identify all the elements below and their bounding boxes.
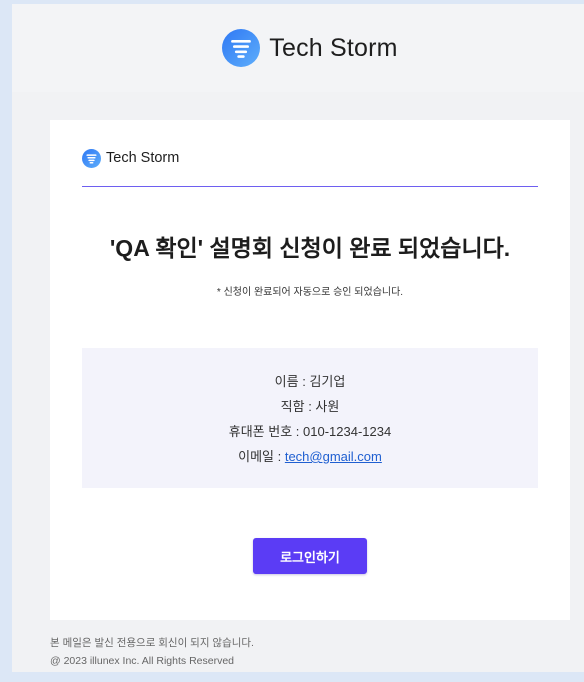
info-row-phone: 휴대폰 번호 : 010-1234-1234 [82, 419, 538, 444]
info-label: 이메일 : [238, 449, 285, 464]
confirmation-title: 'QA 확인' 설명회 신청이 완료 되었습니다. [109, 235, 511, 261]
info-value: 010-1234-1234 [303, 424, 392, 439]
info-label: 휴대폰 번호 : [228, 424, 304, 439]
email-body: Tech Storm 'QA 확인' 설명회 신청이 완료 되었습니다. * 신… [12, 92, 584, 620]
email-header: Tech Storm [12, 4, 584, 92]
header-brand-logo: Tech Storm [222, 29, 398, 67]
login-button[interactable]: 로그인하기 [253, 538, 367, 574]
info-value: 김기업 [309, 374, 346, 389]
storm-logo-icon [82, 148, 101, 168]
card-brand-logo: Tech Storm [82, 148, 538, 168]
info-label: 직함 : [280, 399, 316, 414]
approval-note: * 신청이 완료되어 자동으로 승인 되었습니다. [216, 287, 404, 298]
copyright-text: @ 2023 illunex Inc. All Rights Reserved [50, 655, 235, 667]
info-label: 이름 : [274, 374, 310, 389]
brand-divider [82, 186, 538, 187]
confirmation-card: Tech Storm 'QA 확인' 설명회 신청이 완료 되었습니다. * 신… [50, 120, 570, 620]
storm-logo-icon [222, 29, 261, 67]
email-container: Tech Storm Tech Storm 'QA 확인' 설명회 신청이 완료… [12, 4, 584, 672]
card-brand-name: Tech Storm [106, 150, 180, 166]
info-row-title: 직함 : 사원 [82, 394, 538, 419]
info-row-name: 이름 : 김기업 [82, 369, 538, 394]
applicant-info-box: 이름 : 김기업 직함 : 사원 휴대폰 번호 : 010-1234-1234 … [82, 348, 538, 488]
info-row-email: 이메일 : tech@gmail.com [82, 444, 538, 469]
email-link[interactable]: tech@gmail.com [285, 449, 382, 464]
no-reply-notice: 본 메일은 발신 전용으로 회신이 되지 않습니다. [50, 637, 254, 649]
email-footer: 본 메일은 발신 전용으로 회신이 되지 않습니다. @ 2023 illune… [12, 620, 584, 670]
header-brand-name: Tech Storm [269, 33, 398, 62]
login-button-wrap: 로그인하기 [82, 538, 538, 574]
info-value: 사원 [315, 399, 340, 414]
